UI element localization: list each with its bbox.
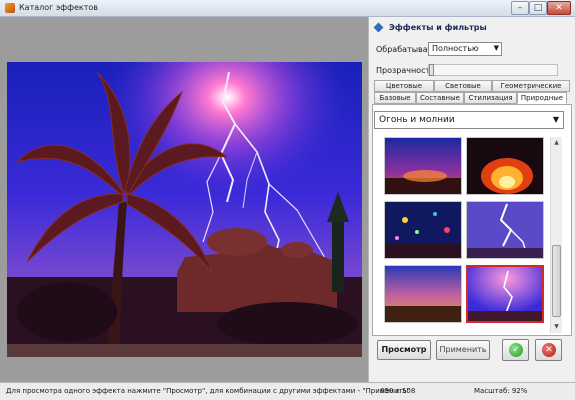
thumbnail-fire-sunset[interactable] <box>384 137 462 195</box>
title-bar: Каталог эффектов – □ ✕ <box>0 0 575 17</box>
thumbnail-fire-blaze[interactable] <box>466 137 544 195</box>
status-hint: Для просмотра одного эффекта нажмите "Пр… <box>6 387 410 395</box>
category-value: Огонь и молнии <box>379 115 455 125</box>
cancel-button[interactable]: ✕ <box>535 339 562 361</box>
opacity-slider-thumb[interactable] <box>429 64 434 76</box>
tab-stylization[interactable]: Стилизация <box>464 92 517 104</box>
category-select[interactable]: Огонь и молнии ▼ <box>374 111 564 129</box>
diamond-icon <box>373 22 384 33</box>
tab-natural[interactable]: Природные <box>517 92 567 104</box>
cross-icon: ✕ <box>542 343 556 357</box>
preview-area <box>0 17 368 382</box>
maximize-button[interactable]: □ <box>529 1 547 15</box>
thumbnail-grid <box>378 137 548 332</box>
close-button[interactable]: ✕ <box>547 1 571 15</box>
preview-image <box>7 62 362 357</box>
tab-geometric[interactable]: Геометрические <box>492 80 570 92</box>
minimize-icon: – <box>517 3 523 13</box>
process-value: Полностью <box>432 44 479 53</box>
ok-button[interactable]: ✓ <box>502 339 529 361</box>
scrollbar-thumb[interactable] <box>552 245 561 317</box>
opacity-label: Прозрачность <box>376 66 435 75</box>
thumbnail-sunset-glow[interactable] <box>384 265 462 323</box>
close-icon: ✕ <box>555 3 563 13</box>
chevron-down-icon: ▼ <box>552 115 559 124</box>
scroll-down-icon[interactable]: ▼ <box>551 321 562 332</box>
apply-button[interactable]: Применить <box>436 340 490 360</box>
thumbnail-lightning-purple[interactable] <box>466 265 544 323</box>
minimize-button[interactable]: – <box>511 1 529 15</box>
process-select[interactable]: Полностью ▼ <box>428 42 502 56</box>
status-zoom: Масштаб: 92% <box>474 387 528 395</box>
status-image-size: 650 x 508 <box>380 387 416 395</box>
thumbnail-starry-sparks[interactable] <box>384 201 462 259</box>
window-title: Каталог эффектов <box>19 3 98 12</box>
checkmark-icon: ✓ <box>509 343 523 357</box>
thumbnail-scrollbar[interactable]: ▲ ▼ <box>550 137 562 333</box>
tab-light[interactable]: Световые <box>434 80 492 92</box>
chevron-down-icon: ▼ <box>493 44 499 52</box>
panel-title: Эффекты и фильтры <box>389 23 487 32</box>
panel-header: Эффекты и фильтры <box>369 20 575 36</box>
status-bar: Для просмотра одного эффекта нажмите "Пр… <box>0 382 575 400</box>
tab-basic[interactable]: Базовые <box>374 92 416 104</box>
thumbnail-lightning-white[interactable] <box>466 201 544 259</box>
preview-button[interactable]: Просмотр <box>377 340 431 360</box>
opacity-slider[interactable] <box>428 64 558 76</box>
scroll-up-icon[interactable]: ▲ <box>551 137 562 148</box>
maximize-icon: □ <box>533 3 543 13</box>
tab-composite[interactable]: Составные <box>416 92 464 104</box>
effects-panel: Эффекты и фильтры Обрабатывать Полностью… <box>368 17 575 382</box>
app-icon <box>5 3 15 13</box>
tab-color[interactable]: Цветовые <box>374 80 434 92</box>
